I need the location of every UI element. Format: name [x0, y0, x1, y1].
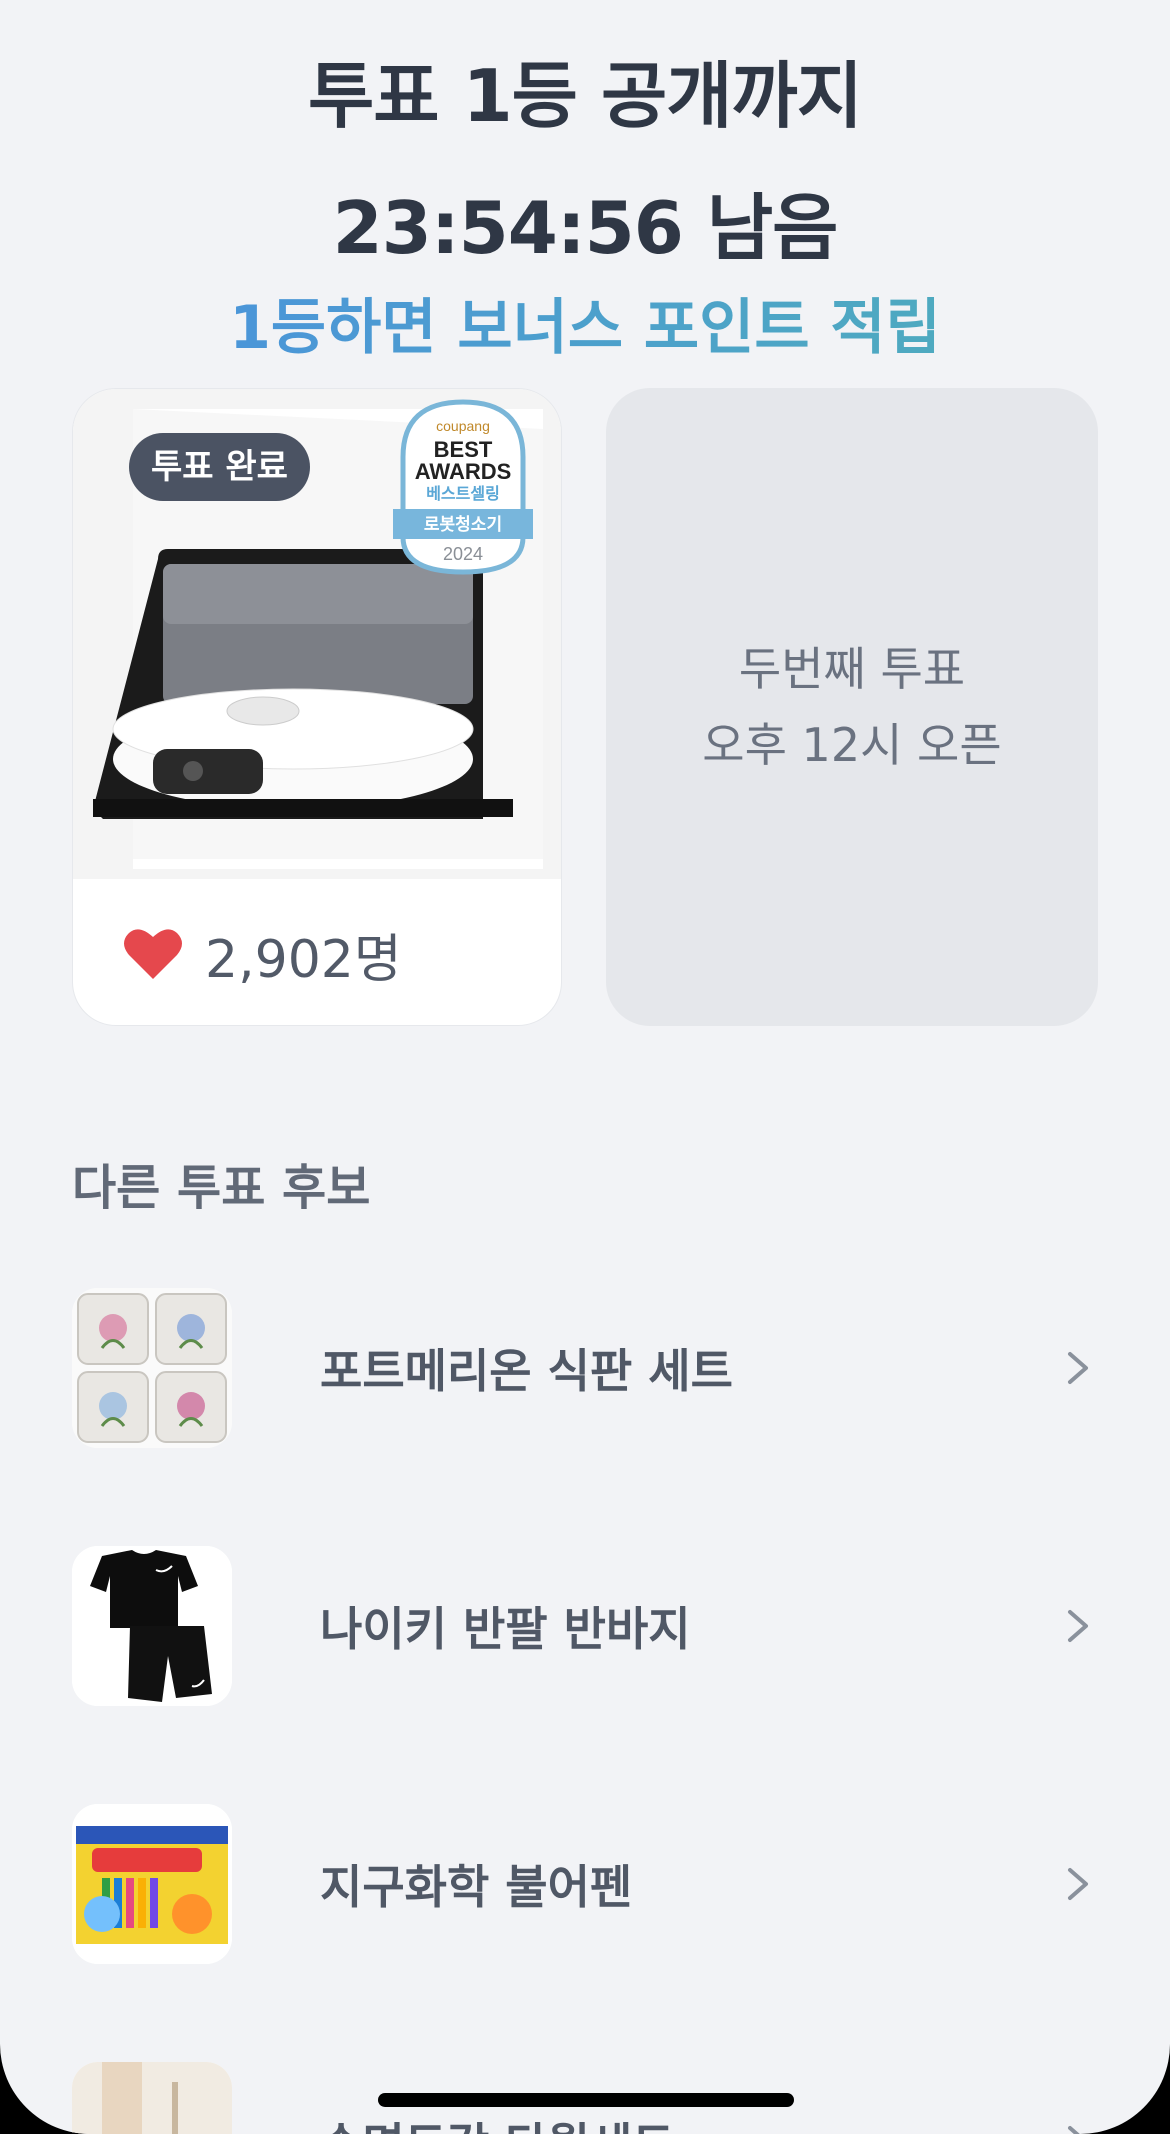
bonus-subtitle: 1등하면 보너스 포인트 적립 — [0, 288, 1170, 368]
nike-outfit-thumbnail — [72, 1546, 232, 1706]
item-label: 순면도각 타월세트 — [320, 2109, 1064, 2134]
like-count: 2,902명 — [205, 929, 402, 990]
chevron-right-icon — [1068, 1610, 1088, 1642]
best-award-badge: coupang BEST AWARDS 베스트셀링 로봇청소기 2024 — [387, 397, 539, 577]
list-item[interactable]: 나이키 반팔 반바지 — [72, 1544, 1098, 1708]
voted-badge: 투표 완료 — [129, 433, 310, 501]
like-row: 2,902명 — [123, 914, 402, 994]
award-subtitle: 베스트셀링 — [426, 484, 500, 503]
award-title-2: AWARDS — [415, 459, 512, 484]
second-vote-card: 두번째 투표 오후 12시 오픈 — [606, 388, 1098, 1026]
award-year: 2024 — [443, 544, 483, 564]
second-vote-time: 오후 12시 오픈 — [702, 718, 1002, 772]
heart-icon — [124, 929, 182, 979]
chevron-right-icon — [1068, 2126, 1080, 2134]
second-vote-title: 두번째 투표 — [738, 642, 966, 696]
chevron-right-icon — [1068, 1352, 1088, 1384]
towel-thumbnail — [72, 2062, 232, 2134]
countdown-title: 투표 1등 공개까지 — [308, 54, 863, 138]
item-label: 지구화학 불어펜 — [320, 1860, 633, 1914]
award-category: 로봇청소기 — [424, 514, 502, 535]
countdown-timer: 23:54:56 남음 — [332, 186, 839, 270]
award-brand: coupang — [436, 418, 490, 434]
voted-product-card[interactable]: 투표 완료 coupang BEST AWARDS 베스트셀링 로봇청소기 20… — [72, 388, 562, 1026]
blow-pen-thumbnail — [72, 1804, 232, 1964]
screen: 투표 1등 공개까지 23:54:56 남음 1등하면 보너스 포인트 적립 투… — [0, 0, 1170, 2134]
item-label: 포트메리온 식판 세트 — [320, 1344, 733, 1398]
section-title: 다른 투표 후보 — [72, 1160, 371, 1216]
item-label: 나이키 반팔 반바지 — [320, 1602, 691, 1656]
list-item[interactable]: 지구화학 불어펜 — [72, 1802, 1098, 1966]
dish-set-thumbnail — [72, 1288, 232, 1448]
countdown-header: 투표 1등 공개까지 23:54:56 남음 1등하면 보너스 포인트 적립 — [0, 30, 1170, 368]
chevron-right-icon — [1068, 1868, 1088, 1900]
list-item[interactable]: 포트메리온 식판 세트 — [72, 1286, 1098, 1450]
home-indicator[interactable] — [378, 2093, 794, 2107]
